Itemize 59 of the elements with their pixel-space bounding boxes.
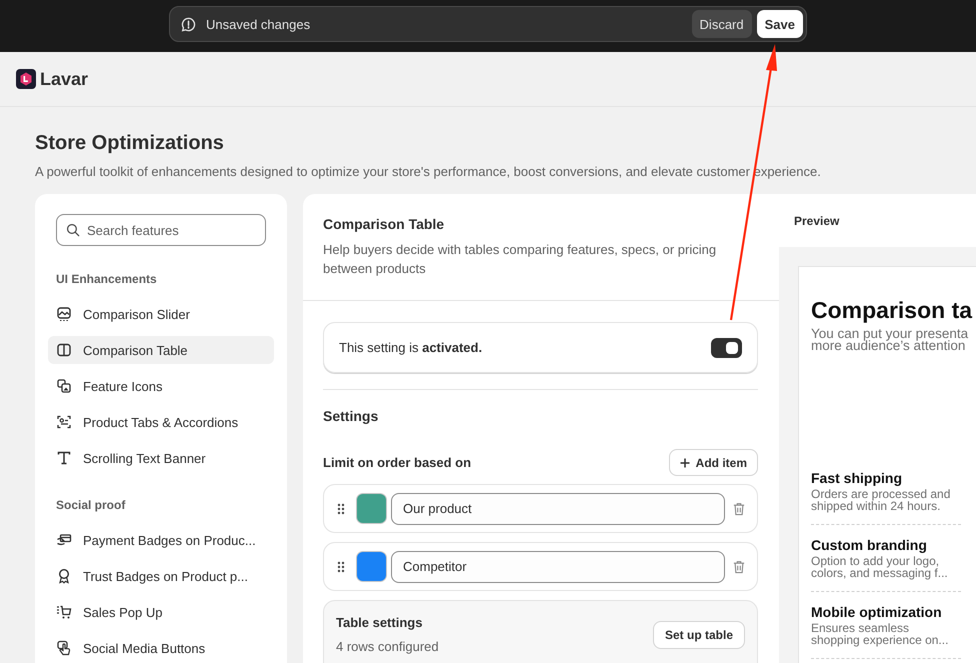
save-button[interactable]: Save xyxy=(756,10,803,38)
sidebar-item[interactable]: Sales Pop Up xyxy=(48,598,274,626)
page-title: Store Optimizations xyxy=(35,132,225,155)
color-swatch[interactable] xyxy=(356,493,387,524)
app-name: Lavar xyxy=(40,68,88,90)
sidebar-item[interactable]: Social Media Buttons xyxy=(48,634,274,662)
set-up-table-button[interactable]: Set up table xyxy=(652,621,745,649)
logo-icon xyxy=(16,69,36,89)
feature-description-text: Orders are processed and shipped within 24 hours. xyxy=(811,488,952,512)
alert-icon xyxy=(181,16,196,32)
preview-description: You can put your presenta xyxy=(811,328,970,340)
ribbon-icon xyxy=(56,568,72,584)
card-in-hand-icon xyxy=(56,532,72,548)
feature-title: Comparison Table xyxy=(323,216,446,232)
sidebar-item[interactable]: Scrolling Text Banner xyxy=(48,444,274,472)
item-name-field[interactable]: Competitor xyxy=(391,550,725,582)
section-heading: Social proof xyxy=(56,498,126,512)
page-subtitle: A powerful toolkit of enhancements designed to optimize your store's performance, boost conversions, and elevate customer experience. xyxy=(35,164,822,179)
drag-handle-icon[interactable] xyxy=(337,560,345,572)
preview-title: Comparison ta xyxy=(811,297,974,324)
search-field[interactable]: Search features xyxy=(56,214,266,246)
sidebar-item[interactable]: Comparison Slider xyxy=(48,300,274,328)
search-icon xyxy=(66,223,80,237)
drag-handle-icon[interactable] xyxy=(337,502,345,514)
plus-icon xyxy=(680,458,690,468)
feature-name: Fast shipping xyxy=(811,470,903,486)
limit-label: Limit on order based on xyxy=(323,455,472,470)
hand-icon xyxy=(56,640,72,656)
tabs-icon xyxy=(56,414,72,430)
settings-heading: Settings xyxy=(323,408,380,424)
rows-configured-text: 4 rows configured xyxy=(336,639,439,654)
section-heading: UI Enhancements xyxy=(56,272,158,286)
feature-description-text: Option to add your logo, colors, and messaging f... xyxy=(811,555,949,579)
delete-icon[interactable] xyxy=(733,560,745,574)
table-settings-title: Table settings xyxy=(336,615,424,630)
cart-icon xyxy=(56,604,72,620)
columns-icon xyxy=(56,342,72,358)
feature-name: Mobile optimization xyxy=(811,604,943,620)
image-icon xyxy=(56,306,72,322)
text-icon xyxy=(56,450,72,466)
feature-description: Help buyers decide with tables comparing features, specs, or pricing between products xyxy=(323,241,718,278)
preview-description: more audience’s attention xyxy=(811,340,966,352)
discard-button[interactable]: Discard xyxy=(692,10,752,38)
color-swatch[interactable] xyxy=(356,551,387,582)
delete-icon[interactable] xyxy=(733,502,745,516)
preview-label: Preview xyxy=(794,214,840,228)
unsaved-message: Unsaved changes xyxy=(206,16,312,32)
feature-name: Custom branding xyxy=(811,537,928,553)
sidebar-item[interactable]: Feature Icons xyxy=(48,372,274,400)
activation-status: This setting is activated. xyxy=(339,340,482,355)
images-icon xyxy=(56,378,72,394)
add-item-button[interactable]: Add item xyxy=(668,449,758,476)
item-name-field[interactable]: Our product xyxy=(391,492,725,524)
sidebar-item[interactable]: Comparison Table xyxy=(48,336,274,364)
feature-description-text: Ensures seamless shopping experience on... xyxy=(811,622,950,646)
sidebar-item[interactable]: Payment Badges on Produc... xyxy=(48,526,274,554)
activation-toggle[interactable] xyxy=(711,338,742,358)
sidebar-item[interactable]: Trust Badges on Product p... xyxy=(48,562,274,590)
sidebar-item[interactable]: Product Tabs & Accordions xyxy=(48,408,274,436)
